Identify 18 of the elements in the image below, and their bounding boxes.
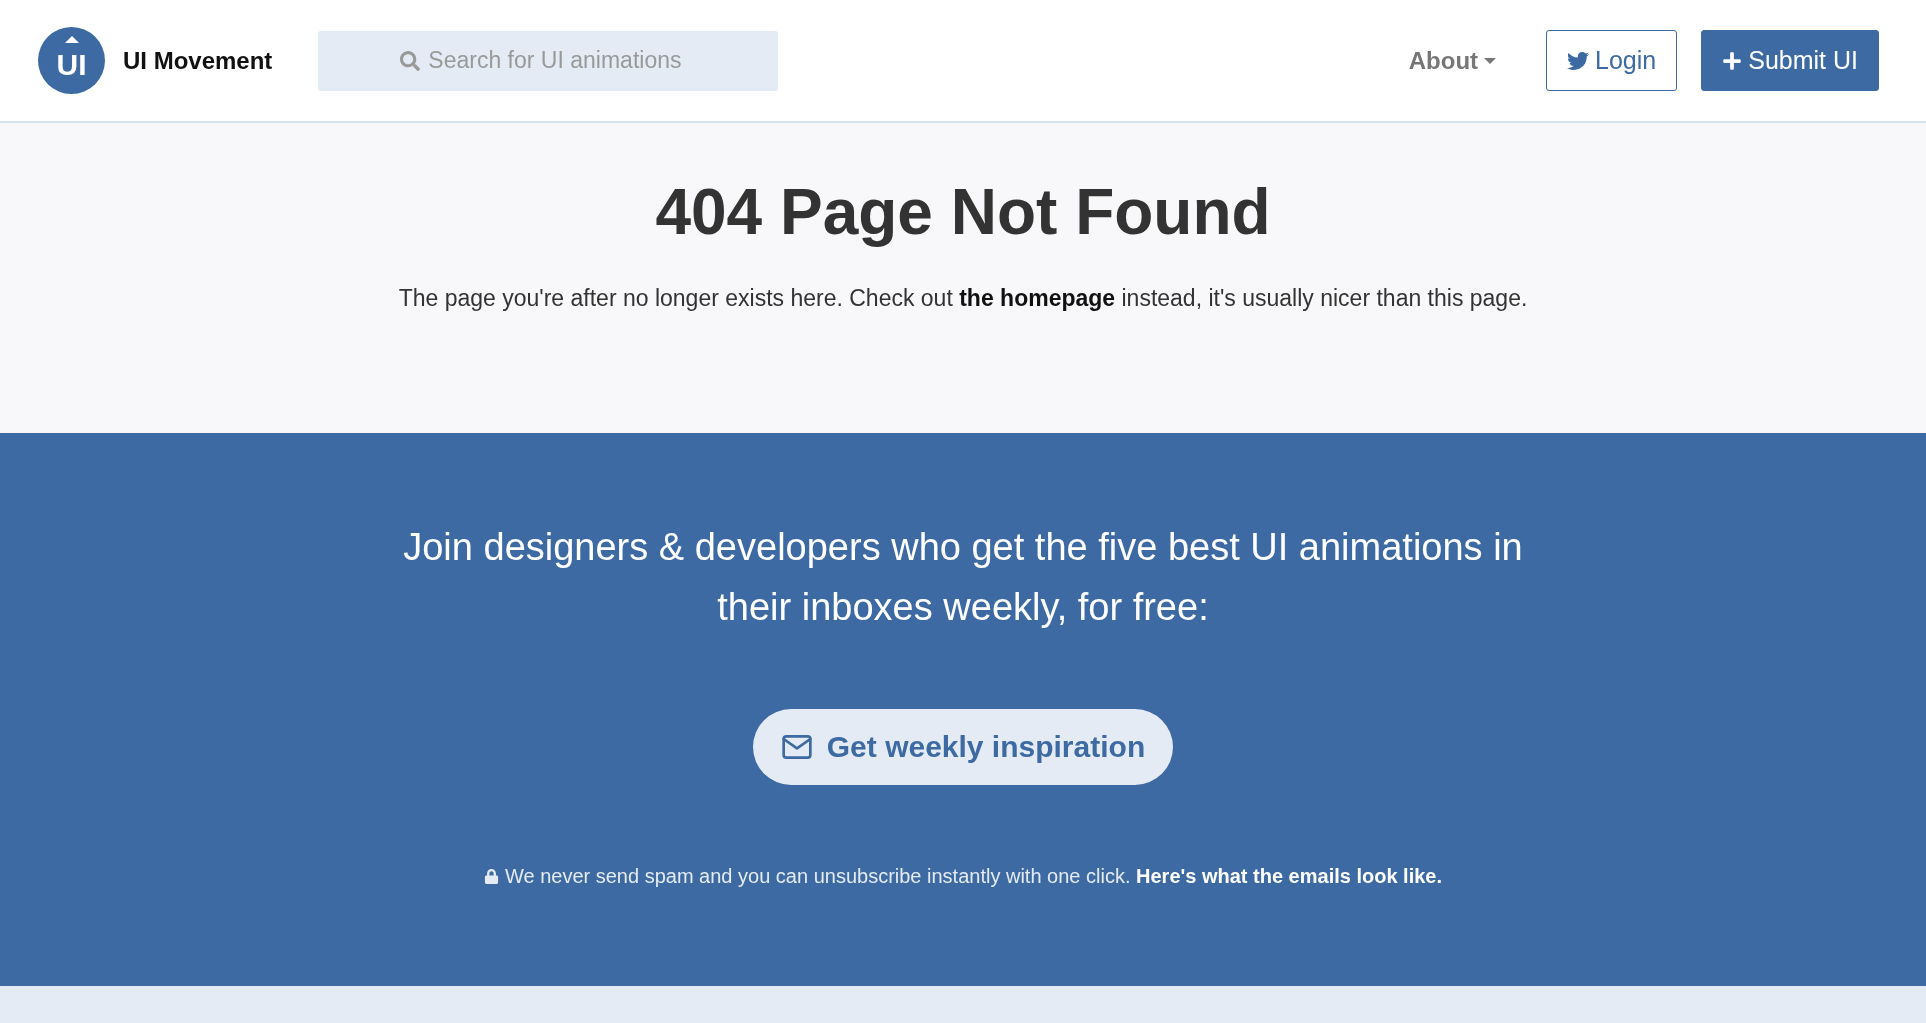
spam-note: We never send spam and you can unsubscribe instantly with one click. Here's what the emails look like. — [504, 865, 1443, 888]
bird-icon — [1567, 49, 1590, 72]
homepage-link[interactable]: the homepage — [959, 285, 1116, 311]
error-message: The page you're after no longer exists here. Check out the homepage instead, it's usually nicer than this page. — [398, 285, 1528, 312]
subscribe-button[interactable]: Get weekly inspiration — [752, 709, 1174, 785]
newsletter-heading: Join designers & developers who get the five best UI animations in their inboxes weekly, for free: — [402, 525, 1524, 630]
submit-button[interactable]: Submit UI — [1701, 30, 1879, 91]
caret-icon — [1484, 57, 1497, 64]
login-button[interactable]: Login — [1546, 30, 1678, 91]
page-title: 404 Page Not Found — [655, 175, 1271, 249]
brand-name[interactable]: UI Movement — [123, 46, 273, 75]
lock-icon — [483, 869, 499, 884]
plus-icon — [1722, 50, 1743, 71]
search-field[interactable]: Search for UI animations — [318, 30, 779, 91]
logo-mark[interactable]: UI — [38, 27, 105, 94]
sample-emails-link[interactable]: Here's what the emails look like. — [1136, 865, 1443, 887]
about-menu[interactable]: About — [1408, 46, 1497, 75]
search-icon — [400, 50, 421, 71]
